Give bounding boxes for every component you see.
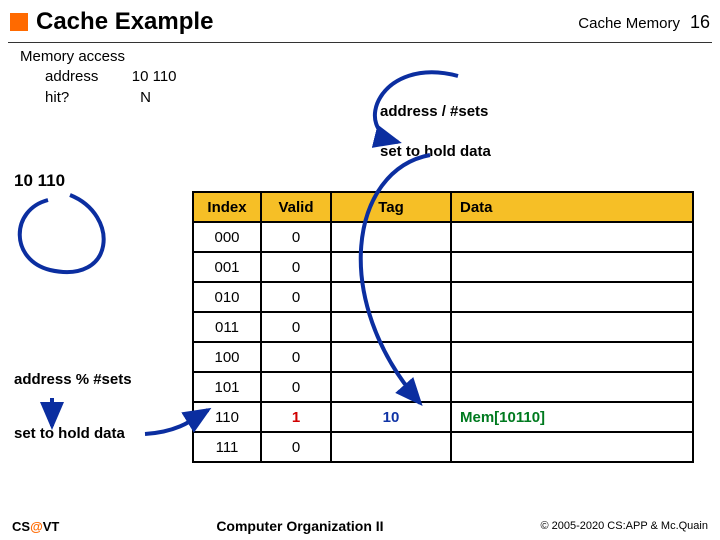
table-row: 0000 [193,222,693,252]
cell-valid: 0 [261,312,331,342]
header-right: Cache Memory 16 [578,12,710,33]
cell-valid: 0 [261,432,331,462]
cache-table-wrap: Index Valid Tag Data 0000001001000110100… [192,191,694,463]
cell-tag [331,252,451,282]
address-div-sets-label: address / #sets [380,103,488,120]
title-bar: Cache Example Cache Memory 16 [0,0,720,42]
address-bits: 10 110 [14,171,65,191]
at-icon: @ [30,519,43,534]
cell-tag: 10 [331,402,451,432]
table-row: 0100 [193,282,693,312]
col-valid: Valid [261,192,331,222]
cell-index: 111 [193,432,261,462]
cell-data [451,222,693,252]
section-label: Cache Memory [578,15,680,32]
cell-tag [331,222,451,252]
cell-index: 000 [193,222,261,252]
cell-data [451,372,693,402]
address-value: 10 110 [132,68,177,85]
set-hold-top-label: set to hold data [380,143,491,160]
cell-valid: 0 [261,222,331,252]
table-header-row: Index Valid Tag Data [193,192,693,222]
address-label: address [45,68,98,85]
table-row: 0110 [193,312,693,342]
cell-index: 010 [193,282,261,312]
cell-valid: 0 [261,282,331,312]
cell-tag [331,282,451,312]
cell-index: 110 [193,402,261,432]
table-row: 110110Mem[10110] [193,402,693,432]
cell-valid: 0 [261,372,331,402]
cell-valid: 1 [261,402,331,432]
table-row: 1010 [193,372,693,402]
cell-index: 101 [193,372,261,402]
footer: CS@VT Computer Organization II © 2005-20… [0,518,720,534]
cell-data [451,282,693,312]
address-mod-sets-label: address % #sets [14,371,132,388]
table-row: 1110 [193,432,693,462]
cell-index: 001 [193,252,261,282]
col-index: Index [193,192,261,222]
slide-title: Cache Example [36,8,578,36]
table-row: 0010 [193,252,693,282]
vt-text: VT [43,519,60,534]
memory-access-block: Memory access address 10 110 hit? N [20,47,177,108]
col-data: Data [451,192,693,222]
cell-data [451,312,693,342]
cs-text: CS [12,519,30,534]
mem-access-title: Memory access [20,47,177,67]
cell-index: 011 [193,312,261,342]
cell-tag [331,372,451,402]
cell-tag [331,342,451,372]
table-row: 1000 [193,342,693,372]
cell-data [451,252,693,282]
cell-valid: 0 [261,252,331,282]
col-tag: Tag [331,192,451,222]
cell-tag [331,432,451,462]
cell-index: 100 [193,342,261,372]
cell-tag [331,312,451,342]
cache-table: Index Valid Tag Data 0000001001000110100… [192,191,694,463]
content-area: Memory access address 10 110 hit? N addr… [0,43,720,483]
cell-data [451,342,693,372]
cell-data: Mem[10110] [451,402,693,432]
cs-vt-label: CS@VT [12,519,59,534]
course-title: Computer Organization II [216,518,383,534]
hit-value: N [140,89,151,106]
hit-label: hit? [45,89,69,106]
set-hold-left-label: set to hold data [14,425,125,442]
copyright: © 2005-2020 CS:APP & Mc.Quain [540,520,708,532]
cell-data [451,432,693,462]
title-bullet [10,13,28,31]
cell-valid: 0 [261,342,331,372]
slide-number: 16 [690,12,710,33]
